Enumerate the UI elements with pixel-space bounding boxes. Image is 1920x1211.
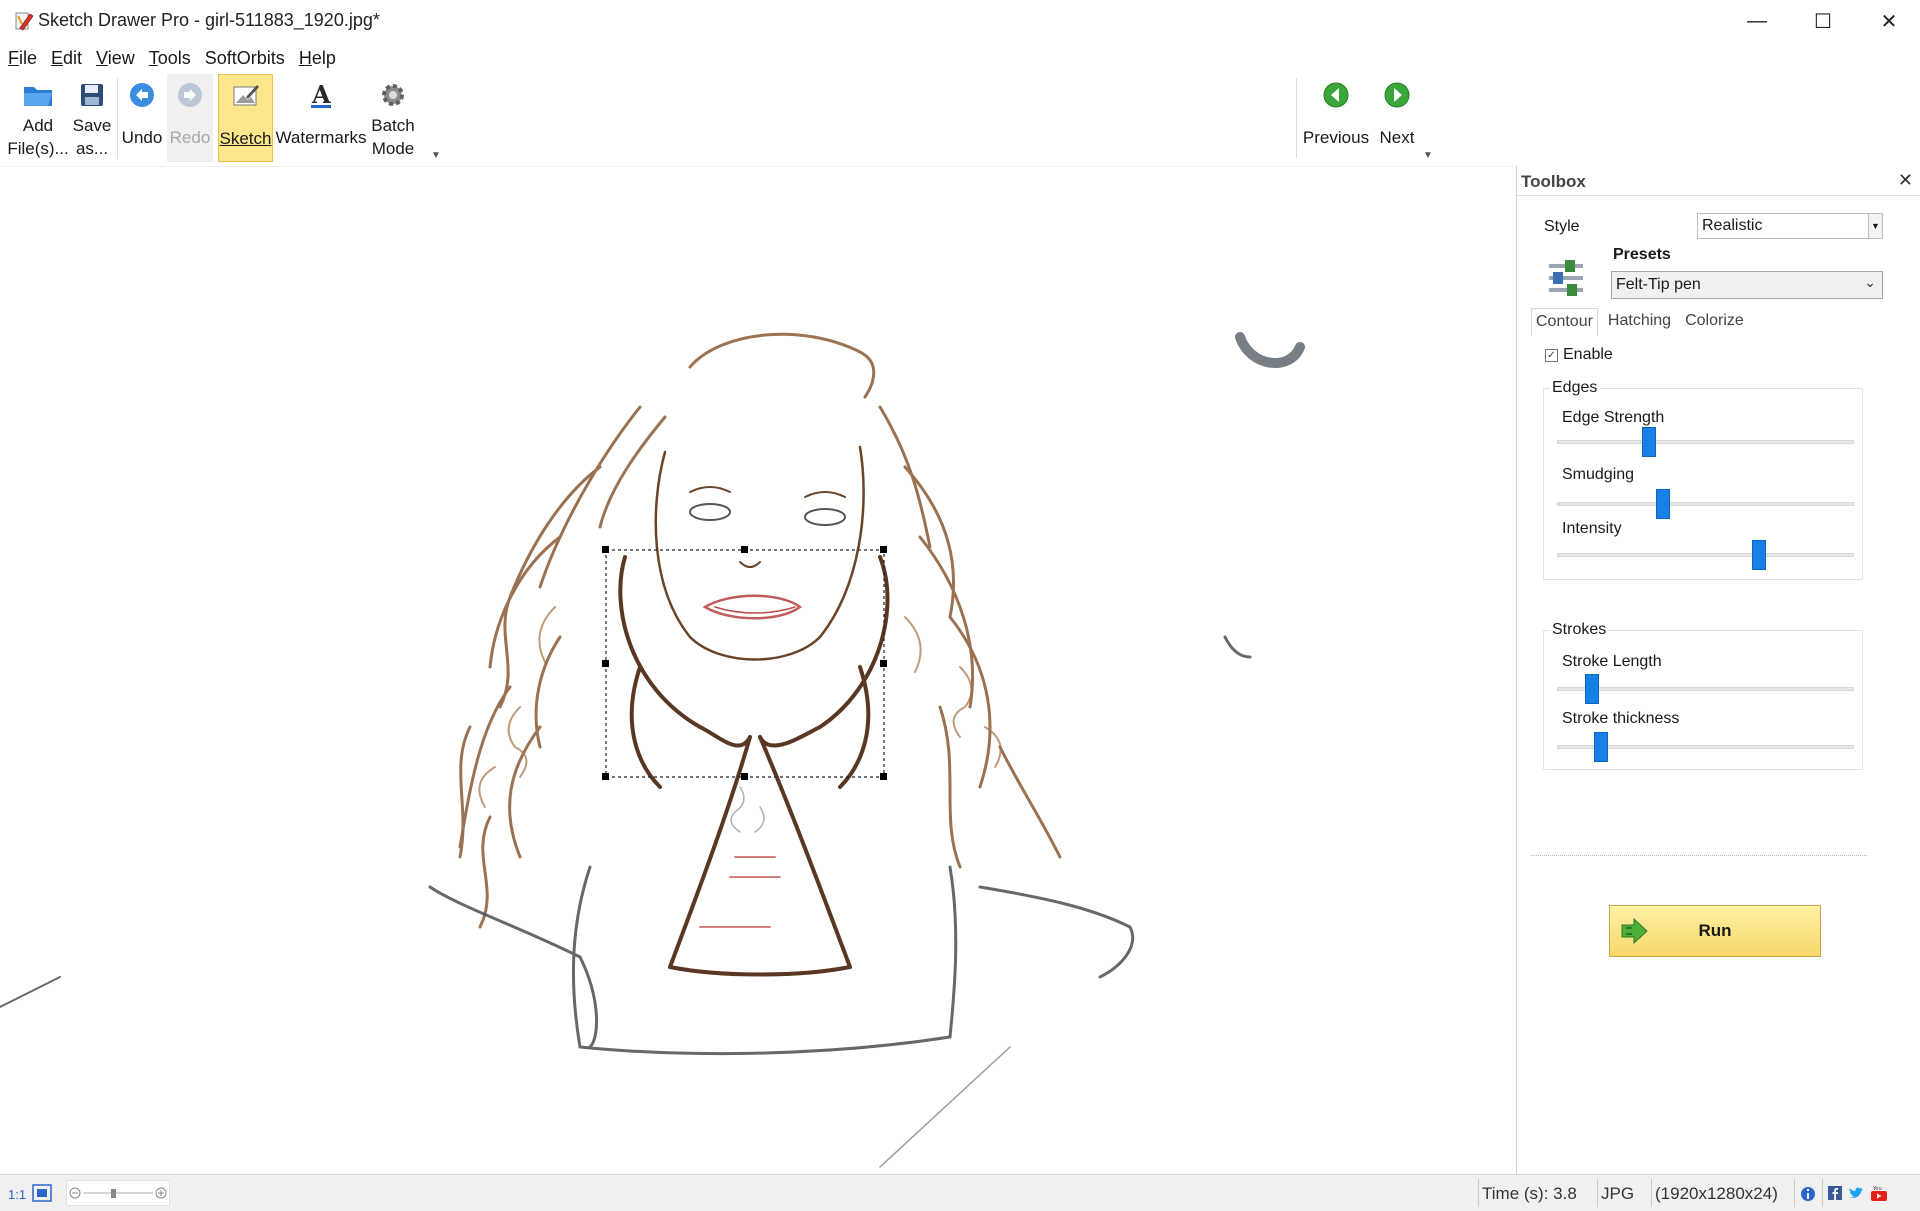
sketch-button[interactable]: Sketch — [218, 74, 273, 162]
sketch-tabs: Contour Hatching Colorize — [1531, 308, 1754, 336]
status-separator — [1651, 1179, 1652, 1207]
ribbon-more-icon[interactable]: ▼ — [431, 150, 441, 161]
toolbox-header: Toolbox ✕ — [1517, 166, 1920, 196]
status-separator — [1794, 1179, 1795, 1207]
ribbon-more-icon[interactable]: ▼ — [1423, 150, 1433, 161]
toolbox-divider — [1531, 855, 1867, 856]
stroke-length-track[interactable] — [1557, 687, 1854, 691]
redo-arrow-icon — [173, 78, 207, 112]
previous-arrow-icon — [1319, 78, 1353, 112]
stroke-thickness-slider-thumb[interactable] — [1593, 732, 1608, 762]
gear-icon — [376, 78, 410, 112]
batch-mode-button[interactable]: Batch Mode — [368, 74, 418, 162]
title-bar: Sketch Drawer Pro - girl-511883_1920.jpg… — [0, 0, 1920, 42]
zoom-1to1-button[interactable]: 1:1 — [8, 1187, 26, 1202]
fit-to-window-icon[interactable] — [32, 1184, 52, 1202]
edge-strength-track[interactable] — [1557, 440, 1854, 444]
presets-sliders-icon — [1549, 260, 1583, 296]
run-button[interactable]: Run — [1609, 905, 1821, 957]
save-as-button[interactable]: Save as... — [70, 74, 114, 162]
stroke-length-slider-thumb[interactable] — [1585, 674, 1600, 704]
edge-strength-label: Edge Strength — [1562, 409, 1665, 426]
previous-button[interactable]: Previous — [1300, 74, 1372, 162]
status-separator — [1597, 1179, 1598, 1207]
intensity-track[interactable] — [1557, 553, 1854, 557]
close-window-button[interactable]: ✕ — [1856, 0, 1920, 42]
zoom-slider[interactable] — [66, 1180, 170, 1206]
floppy-disk-icon — [75, 78, 109, 112]
menu-bar: File Edit View Tools SoftOrbits Help — [0, 44, 350, 72]
smudging-track[interactable] — [1557, 502, 1854, 506]
svg-text:A: A — [311, 81, 331, 109]
edge-strength-slider-thumb[interactable] — [1641, 427, 1656, 457]
edges-group: Edges Edge Strength Smudging Intensity — [1543, 379, 1863, 580]
sketch-picture-icon — [229, 79, 263, 113]
status-separator — [1822, 1179, 1823, 1207]
stroke-length-label: Stroke Length — [1562, 653, 1662, 670]
watermarks-button[interactable]: A Watermarks — [276, 74, 367, 162]
menu-view[interactable]: View — [96, 44, 135, 72]
next-button[interactable]: Next — [1374, 74, 1420, 162]
letter-a-icon: A — [304, 78, 338, 112]
smudging-slider-thumb[interactable] — [1656, 489, 1671, 519]
menu-tools[interactable]: Tools — [149, 44, 191, 72]
maximize-button[interactable]: ☐ — [1790, 0, 1856, 42]
style-dropdown[interactable]: Realistic ▼ — [1697, 213, 1883, 239]
ribbon-toolbar: Add File(s)... Save as... Undo Redo Sket… — [0, 74, 1920, 164]
toolbox-title: Toolbox — [1521, 172, 1586, 191]
tab-hatching[interactable]: Hatching — [1604, 308, 1675, 336]
toolbar-separator — [117, 78, 118, 158]
undo-arrow-icon — [125, 78, 159, 112]
image-canvas[interactable] — [0, 166, 1514, 1174]
facebook-icon[interactable] — [1828, 1186, 1842, 1200]
twitter-icon[interactable] — [1848, 1186, 1864, 1200]
smudging-label: Smudging — [1562, 466, 1635, 483]
dimensions-readout: (1920x1280x24) — [1655, 1184, 1778, 1203]
chevron-down-icon: ⌄ — [1864, 274, 1876, 290]
format-readout: JPG — [1601, 1184, 1635, 1203]
status-bar: 1:1 Time (s): 3.8 JPG (1920x1280x24) You — [0, 1174, 1920, 1211]
folder-open-icon — [21, 78, 55, 112]
toolbar-separator — [1296, 78, 1297, 158]
run-arrow-icon — [1621, 918, 1648, 944]
dropdown-arrow-icon: ▼ — [1868, 214, 1882, 238]
svg-text:You: You — [1872, 1186, 1882, 1192]
tab-colorize[interactable]: Colorize — [1681, 308, 1748, 336]
add-files-button[interactable]: Add File(s)... — [7, 74, 69, 162]
strokes-group: Strokes Stroke Length Stroke thickness — [1543, 621, 1863, 770]
next-arrow-icon — [1380, 78, 1414, 112]
tab-contour[interactable]: Contour — [1531, 308, 1598, 336]
checkmark-icon: ✓ — [1545, 348, 1558, 362]
app-pencil-icon — [15, 12, 34, 31]
presets-title: Presets — [1613, 246, 1671, 263]
menu-edit[interactable]: Edit — [51, 44, 82, 72]
edges-group-title: Edges — [1550, 379, 1600, 397]
minimize-button[interactable]: — — [1724, 0, 1790, 42]
stroke-thickness-label: Stroke thickness — [1562, 710, 1680, 727]
intensity-label: Intensity — [1562, 520, 1622, 537]
status-separator — [1478, 1179, 1479, 1207]
info-icon[interactable] — [1800, 1186, 1816, 1202]
toolbox-close-icon[interactable]: ✕ — [1898, 170, 1913, 191]
sketch-image — [0, 332, 1305, 1168]
window-title: Sketch Drawer Pro - girl-511883_1920.jpg… — [38, 10, 380, 30]
style-label: Style — [1544, 218, 1580, 235]
presets-dropdown[interactable]: Felt-Tip pen ⌄ — [1611, 271, 1883, 299]
strokes-group-title: Strokes — [1550, 621, 1609, 639]
intensity-slider-thumb[interactable] — [1752, 540, 1767, 570]
menu-help[interactable]: Help — [299, 44, 336, 72]
enable-checkbox[interactable]: ✓ Enable — [1545, 346, 1613, 364]
menu-file[interactable]: File — [8, 44, 37, 72]
menu-softorbits[interactable]: SoftOrbits — [205, 44, 285, 72]
redo-button[interactable]: Redo — [167, 74, 213, 162]
undo-button[interactable]: Undo — [119, 74, 165, 162]
time-readout: Time (s): 3.8 — [1482, 1184, 1577, 1203]
youtube-icon[interactable]: You — [1870, 1185, 1888, 1201]
toolbox-panel: Toolbox ✕ Style Realistic ▼ Presets Felt… — [1516, 166, 1920, 1174]
